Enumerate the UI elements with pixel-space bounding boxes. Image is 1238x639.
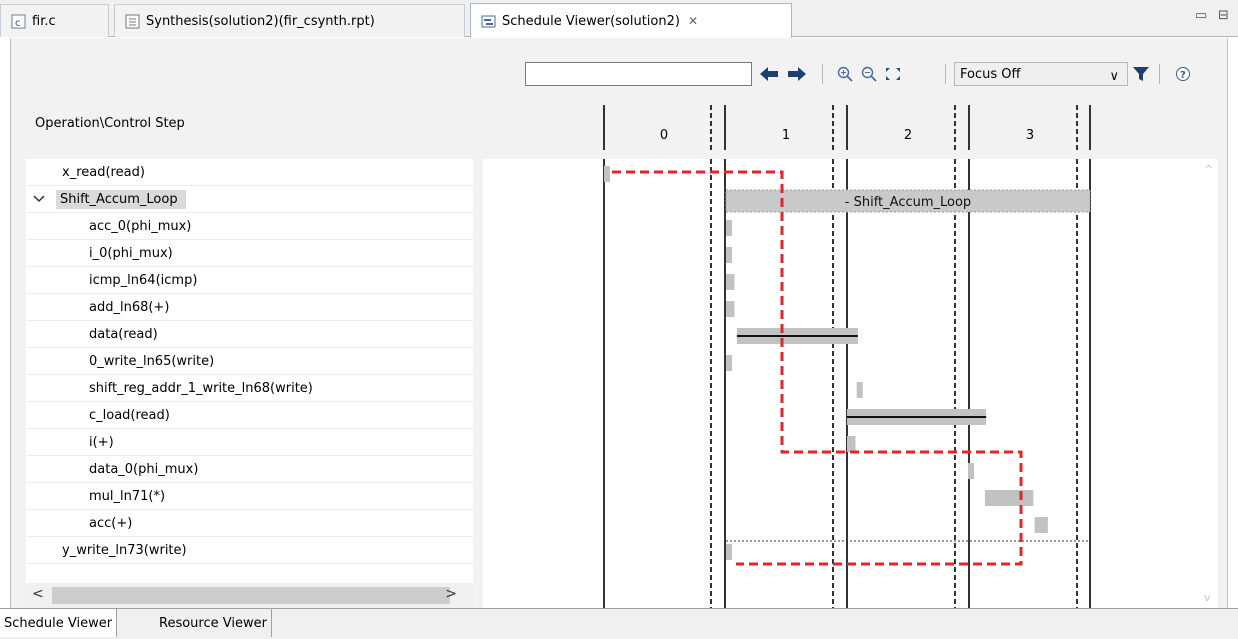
scroll-down-icon[interactable]: v: [1204, 591, 1211, 604]
operation-bar: [726, 274, 735, 290]
operation-bar: [726, 220, 733, 236]
operation-bar: [847, 436, 856, 452]
operation-bar: [604, 166, 611, 182]
loop-bar-label: - Shift_Accum_Loop: [845, 195, 971, 210]
operation-bar: [968, 463, 975, 479]
scroll-up-icon[interactable]: ^: [1204, 163, 1213, 176]
operation-bar: [856, 382, 863, 398]
bottom-tab-bar: Schedule Viewer Resource Viewer: [0, 608, 1238, 639]
tab-resource-viewer[interactable]: Resource Viewer: [155, 609, 272, 637]
tab-schedule-viewer-bottom[interactable]: Schedule Viewer: [0, 609, 118, 637]
bottom-tab-label: Resource Viewer: [159, 615, 267, 631]
operation-bar: [984, 490, 1034, 506]
vertical-scrollbar[interactable]: ^ v: [1201, 159, 1218, 608]
operation-bar: [726, 247, 733, 263]
operation-bar: [726, 355, 733, 371]
bottom-tab-label: Schedule Viewer: [4, 615, 113, 631]
operation-bar: [726, 544, 733, 560]
schedule-chart: - Shift_Accum_Loop: [603, 105, 1091, 608]
critical-path-line: [612, 170, 1023, 566]
operation-bar: [726, 301, 735, 317]
operation-bar: [1034, 517, 1048, 533]
